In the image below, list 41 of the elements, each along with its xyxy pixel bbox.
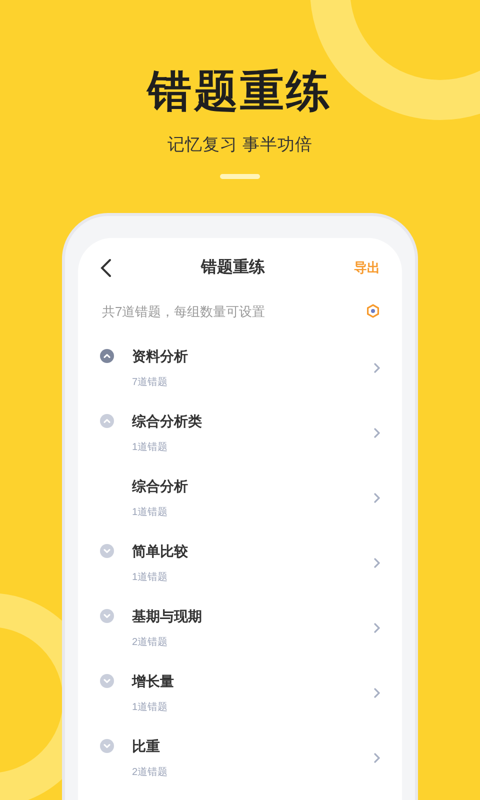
- chevron-right-icon[interactable]: [374, 492, 380, 502]
- summary-text: 共7道错题，每组数量可设置: [102, 302, 266, 320]
- category-name: 基期与现期: [132, 606, 203, 626]
- chevron-right-icon[interactable]: [374, 752, 380, 762]
- expand-icon[interactable]: [100, 739, 114, 753]
- collapse-icon[interactable]: [100, 349, 114, 363]
- chevron-right-icon[interactable]: [374, 362, 380, 372]
- screen-title: 错题重练: [200, 257, 266, 278]
- category-row[interactable]: 简单比较 1道错题: [100, 530, 380, 595]
- expand-icon[interactable]: [100, 544, 114, 558]
- category-name: 资料分析: [132, 346, 189, 366]
- category-row[interactable]: 增长量 1道错题: [100, 660, 380, 725]
- error-count: 1道错题: [132, 440, 169, 454]
- settings-icon[interactable]: [366, 304, 380, 318]
- chevron-right-icon[interactable]: [374, 558, 380, 568]
- tagline: 记忆复习 事半功倍: [168, 134, 312, 156]
- error-count: 2道错题: [132, 636, 169, 650]
- expand-icon[interactable]: [100, 674, 114, 688]
- expand-icon[interactable]: [100, 609, 114, 623]
- error-count: 1道错题: [132, 700, 169, 714]
- category-name: 增长量: [132, 672, 175, 690]
- category-name: 综合分析: [132, 476, 189, 496]
- category-row[interactable]: 基期与现期 2道错题: [100, 595, 380, 660]
- chevron-right-icon[interactable]: [374, 428, 380, 438]
- collapse-icon[interactable]: [100, 414, 114, 428]
- category-row[interactable]: 综合分析类 1道错题: [100, 400, 380, 465]
- headline: 错题重练: [148, 70, 332, 114]
- error-count: 2道错题: [132, 766, 169, 780]
- back-icon[interactable]: [100, 258, 112, 278]
- error-count: 7道错题: [132, 376, 169, 390]
- divider-pill: [220, 174, 260, 178]
- category-name: 综合分析类: [132, 412, 203, 430]
- category-row[interactable]: 资料分析 7道错题: [100, 335, 380, 400]
- category-row[interactable]: 综合分析 1道错题: [100, 465, 380, 530]
- error-count: 1道错题: [132, 506, 169, 520]
- category-name: 比重: [132, 736, 161, 756]
- category-name: 简单比较: [132, 542, 189, 560]
- category-row[interactable]: 比重 2道错题: [100, 725, 380, 790]
- chevron-right-icon[interactable]: [374, 622, 380, 632]
- chevron-right-icon[interactable]: [374, 688, 380, 698]
- error-count: 1道错题: [132, 570, 169, 584]
